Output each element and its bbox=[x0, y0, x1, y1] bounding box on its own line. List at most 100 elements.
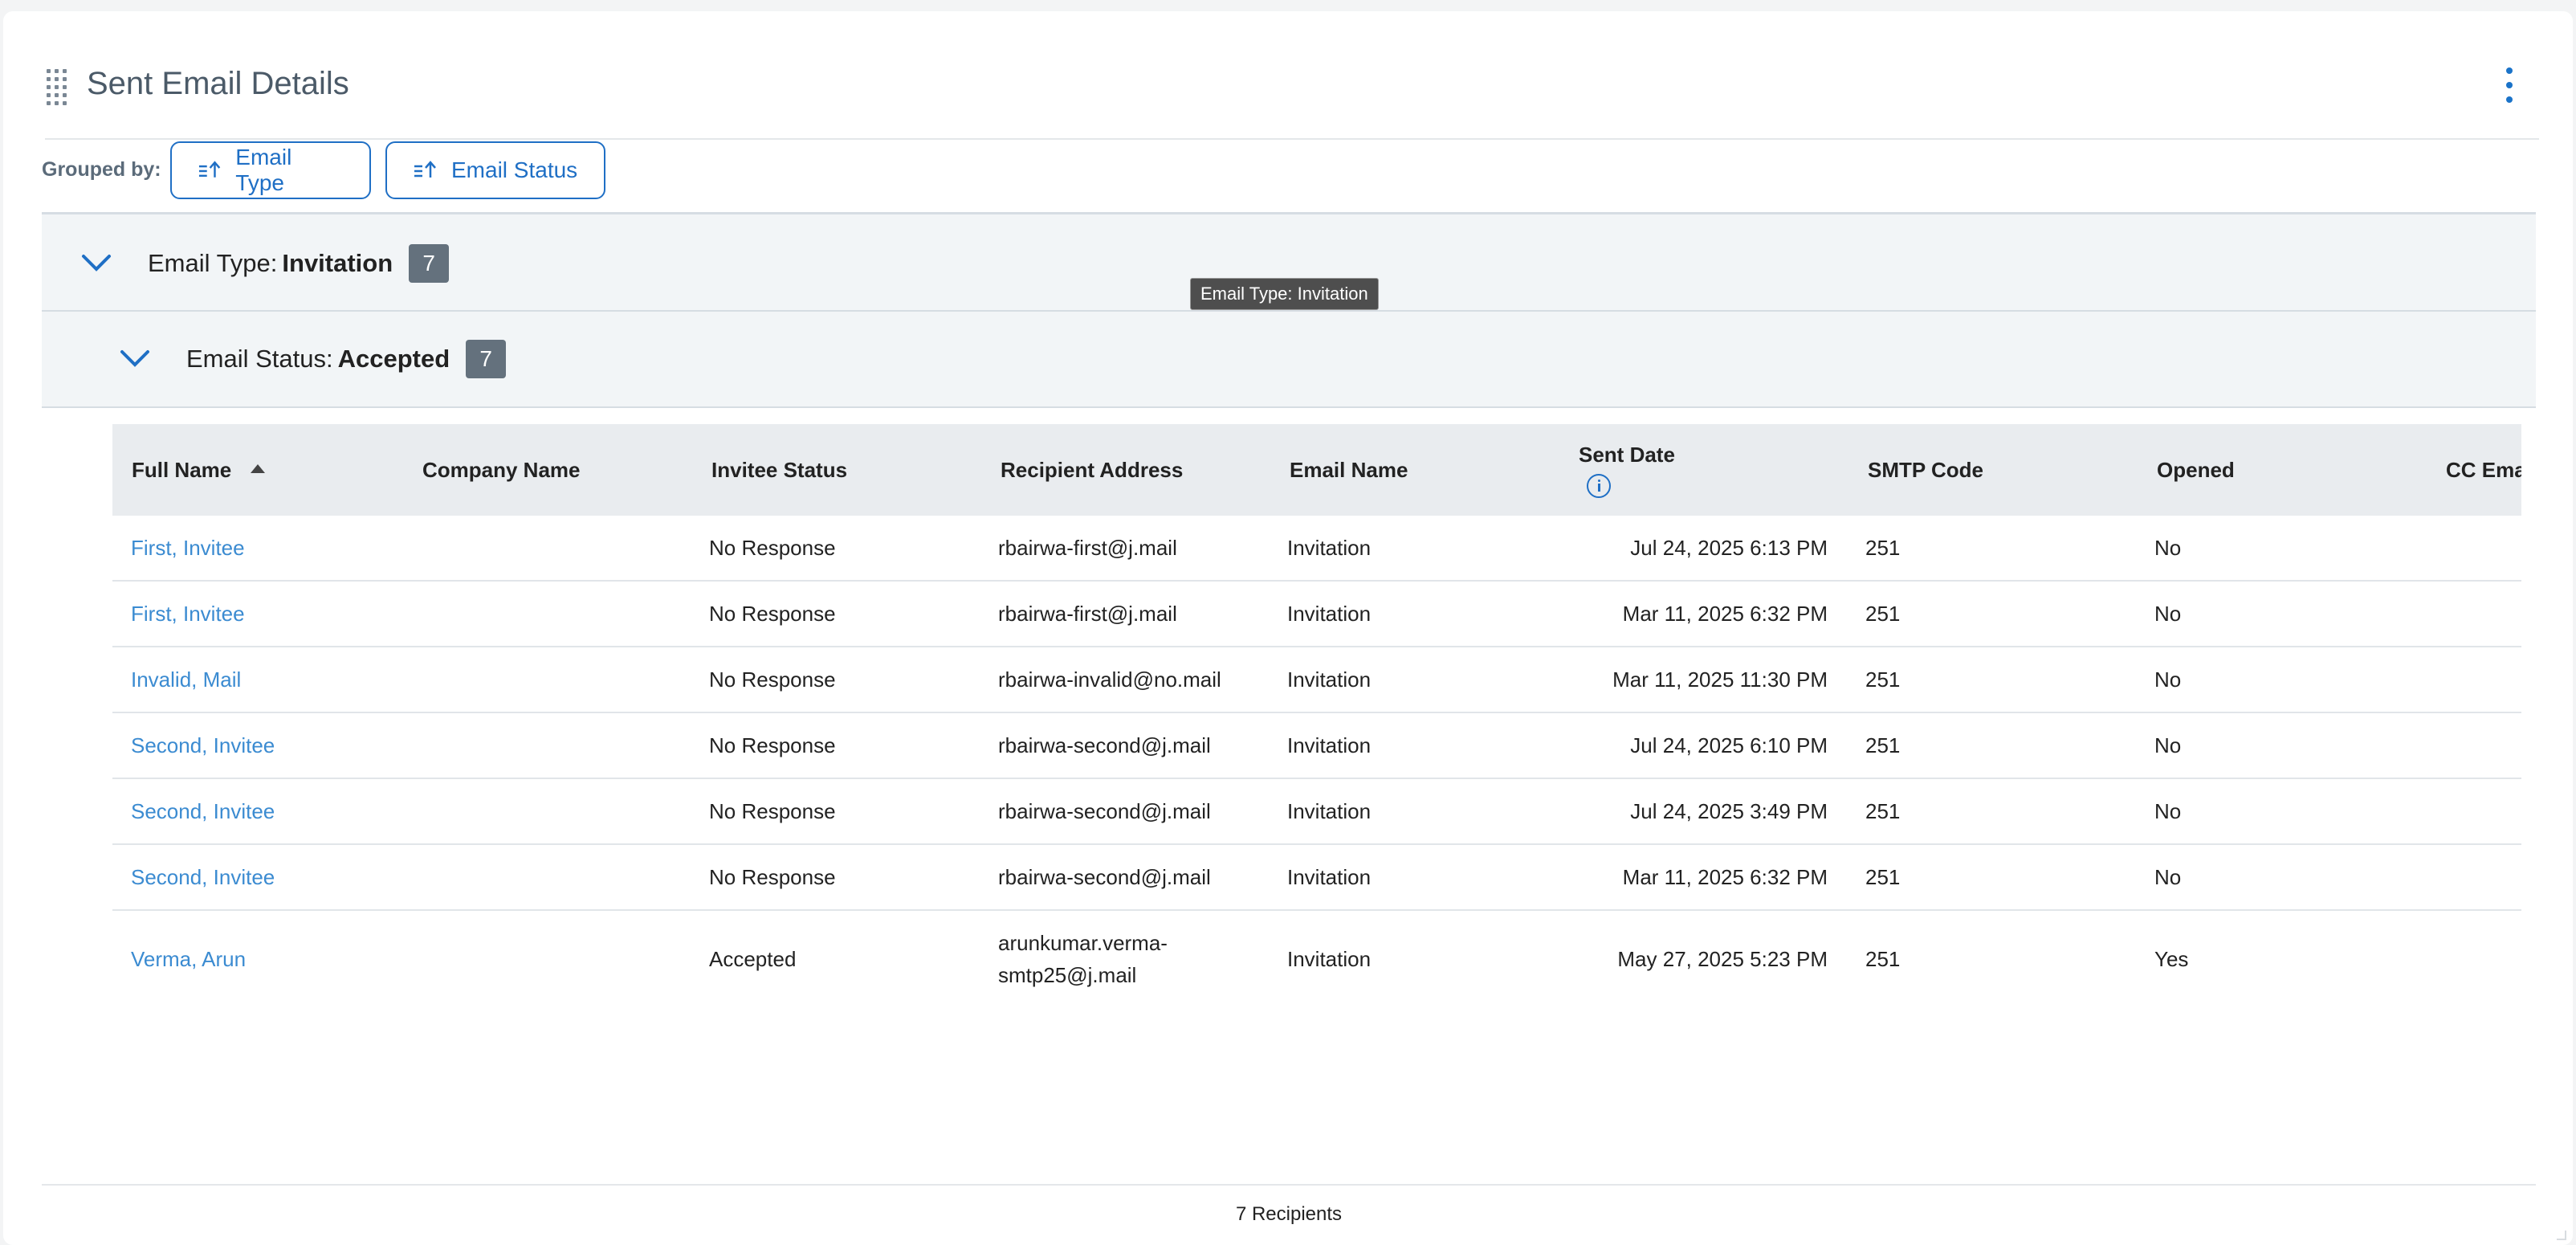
table-row[interactable]: Invalid, Mail No Response rbairwa-invali… bbox=[112, 647, 2521, 713]
tooltip: Email Type: Invitation bbox=[1190, 278, 1379, 310]
more-options-icon[interactable] bbox=[2502, 67, 2517, 103]
recipient-address-cell: rbairwa-first@j.mail bbox=[998, 535, 1177, 560]
invitee-status-cell: No Response bbox=[709, 667, 836, 692]
recipients-table: Full Name Company Name Invitee Status Re… bbox=[112, 424, 2521, 1002]
group-label: Email Type: Invitation 7 bbox=[148, 244, 450, 283]
column-header-full-name[interactable]: Full Name bbox=[132, 424, 266, 516]
column-label: Sent Date bbox=[1579, 442, 1675, 467]
column-label: Opened bbox=[2157, 457, 2235, 482]
chevron-down-icon[interactable] bbox=[119, 349, 151, 368]
table-row[interactable]: Second, Invitee No Response rbairwa-seco… bbox=[112, 779, 2521, 845]
table-row[interactable]: Second, Invitee No Response rbairwa-seco… bbox=[112, 845, 2521, 911]
sort-ascending-icon bbox=[198, 161, 221, 178]
sent-date-cell: Mar 11, 2025 11:30 PM bbox=[1612, 667, 1828, 692]
sent-date-cell: May 27, 2025 5:23 PM bbox=[1617, 946, 1828, 971]
table-footer: 7 Recipients bbox=[42, 1184, 2536, 1245]
recipient-address-cell: rbairwa-invalid@no.mail bbox=[998, 667, 1221, 692]
group-prefix: Email Status: bbox=[186, 345, 333, 373]
column-header-company-name[interactable]: Company Name bbox=[422, 424, 581, 516]
table-row[interactable]: First, Invitee No Response rbairwa-first… bbox=[112, 582, 2521, 647]
email-name-cell: Invitation bbox=[1287, 864, 1372, 889]
panel-header: Sent Email Details bbox=[45, 56, 2539, 140]
column-label: Invitee Status bbox=[711, 457, 848, 482]
sent-date-cell: Jul 24, 2025 6:10 PM bbox=[1630, 733, 1828, 757]
sent-date-cell: Mar 11, 2025 6:32 PM bbox=[1622, 864, 1828, 889]
chevron-down-icon[interactable] bbox=[80, 253, 112, 272]
column-label: CC Ema bbox=[2446, 457, 2521, 482]
smtp-code-cell: 251 bbox=[1865, 733, 1901, 757]
table-row[interactable]: Verma, Arun Accepted arunkumar.verma- sm… bbox=[112, 911, 2521, 1002]
recipient-address-cell: rbairwa-second@j.mail bbox=[998, 733, 1211, 757]
full-name-link[interactable]: Second, Invitee bbox=[131, 779, 275, 843]
group-value: Invitation bbox=[282, 249, 393, 277]
column-header-opened[interactable]: Opened bbox=[2157, 424, 2235, 516]
sent-date-cell: Mar 11, 2025 6:32 PM bbox=[1622, 601, 1828, 626]
invitee-status-cell: No Response bbox=[709, 798, 836, 823]
invitee-status-cell: No Response bbox=[709, 864, 836, 889]
group-prefix: Email Type: bbox=[148, 249, 278, 277]
recipient-address-cell: arunkumar.verma- smtp25@j.mail bbox=[998, 911, 1168, 1002]
email-name-cell: Invitation bbox=[1287, 733, 1372, 757]
column-label: Company Name bbox=[422, 457, 581, 482]
opened-cell: No bbox=[2154, 601, 2182, 626]
count-badge: 7 bbox=[466, 340, 507, 378]
column-label: Email Name bbox=[1290, 457, 1408, 482]
table-row[interactable]: Second, Invitee No Response rbairwa-seco… bbox=[112, 713, 2521, 779]
smtp-code-cell: 251 bbox=[1865, 667, 1901, 692]
email-name-cell: Invitation bbox=[1287, 798, 1372, 823]
page-title: Sent Email Details bbox=[87, 66, 349, 101]
chip-label: Email Type bbox=[235, 145, 292, 195]
email-name-cell: Invitation bbox=[1287, 601, 1372, 626]
sent-date-cell: Jul 24, 2025 3:49 PM bbox=[1630, 798, 1828, 823]
recipient-count: 7 Recipients bbox=[1235, 1203, 1343, 1225]
column-header-smtp-code[interactable]: SMTP Code bbox=[1868, 424, 1983, 516]
smtp-code-cell: 251 bbox=[1865, 864, 1901, 889]
smtp-code-cell: 251 bbox=[1865, 946, 1901, 971]
column-label: Full Name bbox=[132, 457, 232, 482]
opened-cell: No bbox=[2154, 667, 2182, 692]
column-header-cc-email[interactable]: CC Ema bbox=[2446, 424, 2521, 516]
group-value: Accepted bbox=[337, 345, 450, 373]
full-name-link[interactable]: Verma, Arun bbox=[131, 911, 246, 1002]
recipient-address-cell: rbairwa-first@j.mail bbox=[998, 601, 1177, 626]
address-line: smtp25@j.mail bbox=[998, 963, 1137, 987]
grouped-by-label: Grouped by: bbox=[42, 158, 161, 181]
invitee-status-cell: Accepted bbox=[709, 946, 797, 971]
column-header-email-name[interactable]: Email Name bbox=[1290, 424, 1408, 516]
group-chip-email-type[interactable]: Email Type bbox=[170, 141, 371, 199]
invitee-status-cell: No Response bbox=[709, 733, 836, 757]
recipient-address-cell: rbairwa-second@j.mail bbox=[998, 798, 1211, 823]
column-header-sent-date[interactable]: Sent Date bbox=[1579, 424, 1675, 516]
sort-ascending-icon bbox=[251, 463, 266, 473]
column-header-invitee-status[interactable]: Invitee Status bbox=[711, 424, 847, 516]
recipient-address-cell: rbairwa-second@j.mail bbox=[998, 864, 1211, 889]
resize-grip-icon[interactable] bbox=[2557, 1231, 2566, 1240]
full-name-link[interactable]: Invalid, Mail bbox=[131, 647, 241, 712]
sent-date-cell: Jul 24, 2025 6:13 PM bbox=[1630, 535, 1828, 560]
full-name-link[interactable]: Second, Invitee bbox=[131, 713, 275, 778]
email-name-cell: Invitation bbox=[1287, 535, 1372, 560]
smtp-code-cell: 251 bbox=[1865, 601, 1901, 626]
drag-handle-icon[interactable] bbox=[47, 69, 67, 108]
smtp-code-cell: 251 bbox=[1865, 535, 1901, 560]
email-name-cell: Invitation bbox=[1287, 946, 1372, 971]
column-header-recipient-address[interactable]: Recipient Address bbox=[1001, 424, 1183, 516]
email-name-cell: Invitation bbox=[1287, 667, 1372, 692]
full-name-link[interactable]: First, Invitee bbox=[131, 582, 245, 646]
info-icon[interactable] bbox=[1587, 473, 1611, 498]
chip-label: Email Status bbox=[451, 157, 578, 182]
group-row-email-status[interactable]: Email Status: Accepted 7 bbox=[42, 312, 2536, 408]
group-label: Email Status: Accepted 7 bbox=[186, 340, 507, 378]
group-chip-email-status[interactable]: Email Status bbox=[385, 141, 605, 199]
invitee-status-cell: No Response bbox=[709, 601, 836, 626]
full-name-link[interactable]: First, Invitee bbox=[131, 516, 245, 580]
sort-ascending-icon bbox=[414, 161, 436, 178]
opened-cell: No bbox=[2154, 864, 2182, 889]
column-label: SMTP Code bbox=[1868, 457, 1983, 482]
full-name-link[interactable]: Second, Invitee bbox=[131, 845, 275, 909]
table-row[interactable]: First, Invitee No Response rbairwa-first… bbox=[112, 516, 2521, 582]
table-header: Full Name Company Name Invitee Status Re… bbox=[112, 424, 2521, 516]
column-label: Recipient Address bbox=[1001, 457, 1184, 482]
invitee-status-cell: No Response bbox=[709, 535, 836, 560]
opened-cell: Yes bbox=[2154, 946, 2189, 971]
